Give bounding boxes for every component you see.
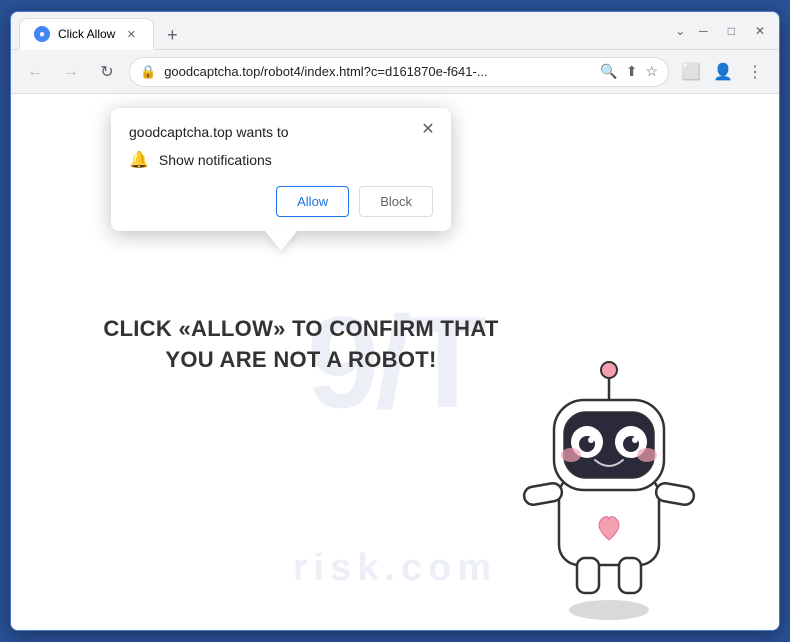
tab-title: Click Allow (58, 27, 115, 41)
back-button[interactable]: ← (21, 58, 49, 86)
profile-button[interactable]: 👤 (709, 58, 737, 86)
block-button[interactable]: Block (359, 186, 433, 217)
popup-notification-row: 🔔 Show notifications (129, 150, 433, 170)
search-icon[interactable]: 🔍 (600, 63, 617, 80)
lock-icon: 🔒 (140, 64, 156, 80)
bell-icon: 🔔 (129, 150, 149, 170)
nav-bar: ← → ↻ 🔒 goodcaptcha.top/robot4/index.htm… (11, 50, 779, 94)
title-bar: ● Click Allow ✕ + ⌄ ─ □ ✕ (11, 12, 779, 50)
main-message: CLICK «ALLOW» TO CONFIRM THAT YOU ARE NO… (91, 314, 511, 376)
forward-button[interactable]: → (57, 58, 85, 86)
share-icon[interactable]: ⬆ (626, 63, 638, 80)
maximize-button[interactable]: □ (722, 22, 741, 40)
popup-tail (265, 231, 297, 251)
tab-favicon: ● (34, 26, 50, 42)
url-text: goodcaptcha.top/robot4/index.html?c=d161… (164, 64, 592, 79)
new-tab-button[interactable]: + (158, 21, 186, 49)
tab-close-button[interactable]: ✕ (123, 26, 139, 42)
notification-popup: ✕ goodcaptcha.top wants to 🔔 Show notifi… (111, 108, 451, 231)
content-area: 9/T risk.com ✕ goodcaptcha.top wants to … (11, 94, 779, 630)
browser-window: ● Click Allow ✕ + ⌄ ─ □ ✕ ← → ↻ 🔒 goodca… (10, 11, 780, 631)
popup-title: goodcaptcha.top wants to (129, 124, 433, 140)
active-tab[interactable]: ● Click Allow ✕ (19, 18, 154, 50)
allow-button[interactable]: Allow (276, 186, 349, 217)
menu-button[interactable]: ⋮ (741, 58, 769, 86)
minimize-button[interactable]: ─ (693, 22, 714, 40)
address-bar[interactable]: 🔒 goodcaptcha.top/robot4/index.html?c=d1… (129, 57, 669, 87)
nav-actions: ⬜ 👤 ⋮ (677, 58, 769, 86)
reload-button[interactable]: ↻ (93, 58, 121, 86)
window-controls: ⌄ ─ □ ✕ (675, 22, 771, 40)
bookmark-icon[interactable]: ☆ (645, 63, 658, 80)
popup-buttons: Allow Block (129, 186, 433, 217)
notification-text: Show notifications (159, 152, 272, 168)
close-window-button[interactable]: ✕ (749, 22, 771, 40)
chevron-icon: ⌄ (675, 24, 685, 38)
popup-close-button[interactable]: ✕ (417, 118, 439, 140)
robot-character (499, 320, 719, 620)
extensions-button[interactable]: ⬜ (677, 58, 705, 86)
tab-bar: ● Click Allow ✕ + (19, 12, 675, 49)
address-bar-icons: 🔍 ⬆ ☆ (600, 63, 658, 80)
